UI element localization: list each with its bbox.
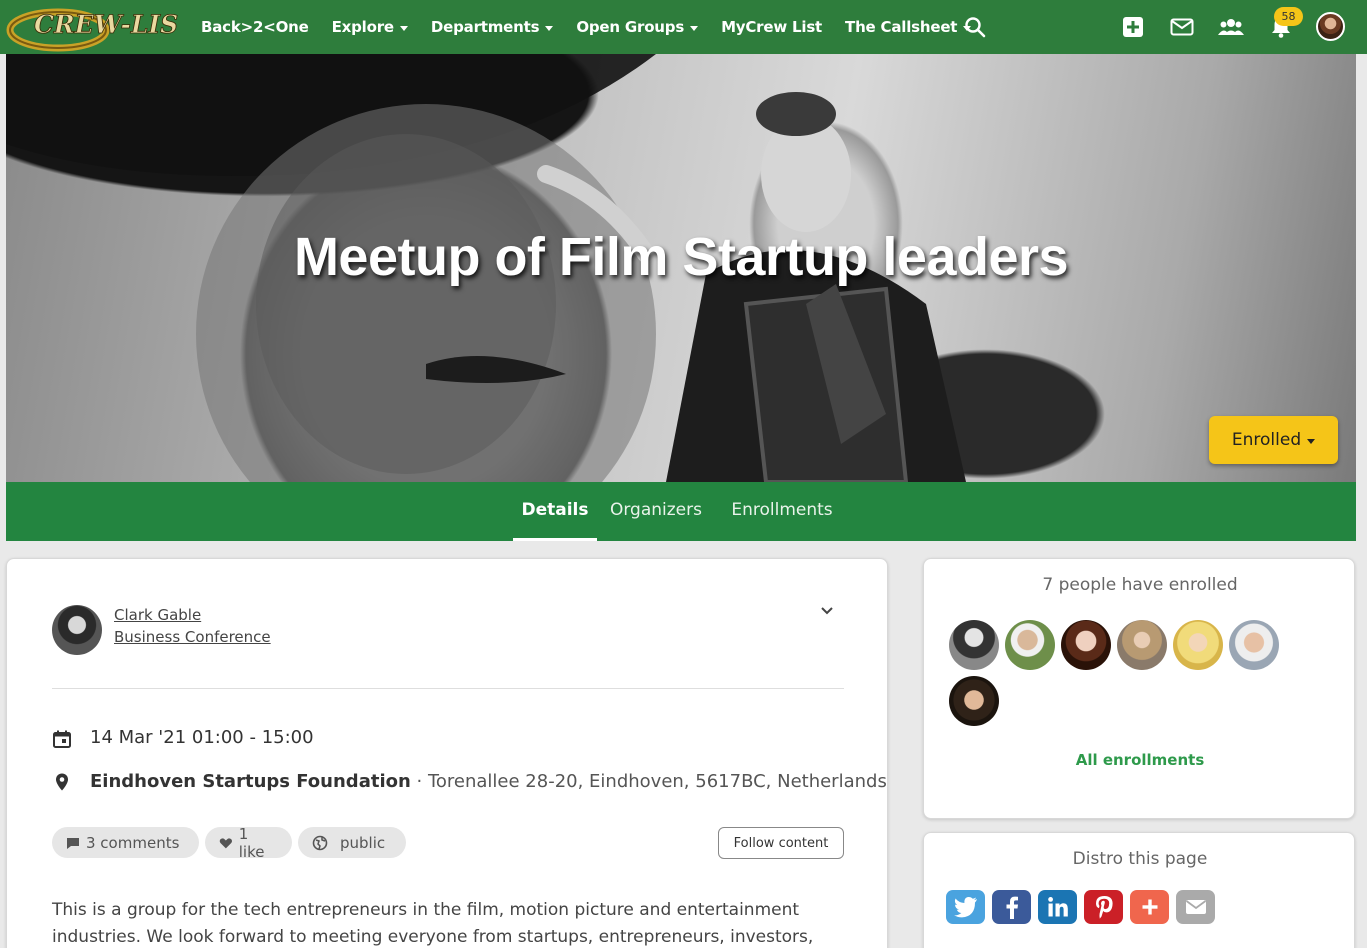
caret-down-icon xyxy=(690,25,699,31)
calendar-icon xyxy=(53,730,71,748)
likes-pill[interactable]: 1 like xyxy=(205,824,292,861)
nav-item-label: Explore xyxy=(331,18,394,36)
tab-organizers[interactable]: Organizers xyxy=(604,482,708,541)
event-details-card: Clark Gable Business Conference 14 Mar '… xyxy=(6,558,888,948)
heart-icon xyxy=(219,837,232,848)
nav-item-label: Departments xyxy=(430,18,540,36)
share-card: Distro this page xyxy=(923,832,1355,948)
enrollee-avatar[interactable] xyxy=(1173,620,1223,670)
visibility-label: public xyxy=(340,833,386,852)
visibility-pill: public xyxy=(298,827,406,858)
pinterest-share-button[interactable] xyxy=(1084,890,1123,924)
enrolled-dropdown-button[interactable]: Enrolled xyxy=(1209,416,1338,464)
enrollee-avatar[interactable] xyxy=(1117,620,1167,670)
nav-item-label: Open Groups xyxy=(576,18,685,36)
hero-banner-image: Meetup of Film Startup leaders Enrolled xyxy=(6,54,1356,482)
enrollee-avatar[interactable] xyxy=(1005,620,1055,670)
user-avatar[interactable] xyxy=(1316,12,1345,41)
notification-count-badge: 58 xyxy=(1274,7,1303,26)
nav-item-mycrew-list[interactable]: MyCrew List xyxy=(721,18,822,36)
event-title: Meetup of Film Startup leaders xyxy=(293,227,1069,287)
facebook-icon xyxy=(1006,896,1018,919)
comments-count: 3 comments xyxy=(86,833,180,852)
linkedin-share-button[interactable] xyxy=(1038,890,1077,924)
location-pin-icon xyxy=(56,773,68,791)
email-icon xyxy=(1185,900,1206,914)
enrolled-label: Enrolled xyxy=(1231,430,1302,450)
author-avatar[interactable] xyxy=(52,605,102,655)
chevron-down-icon[interactable] xyxy=(819,603,835,619)
people-icon[interactable] xyxy=(1218,14,1244,40)
author-name-link[interactable]: Clark Gable xyxy=(114,606,201,624)
linkedin-icon xyxy=(1047,897,1068,917)
caret-down-icon xyxy=(1307,438,1316,444)
location-name: Eindhoven Startups Foundation xyxy=(90,771,411,792)
group-name-link[interactable]: Business Conference xyxy=(114,628,271,646)
event-tab-bar: Details Organizers Enrollments xyxy=(6,482,1356,541)
enrolled-count-title: 7 people have enrolled xyxy=(1042,575,1238,595)
caret-down-icon xyxy=(545,25,554,31)
tab-details[interactable]: Details xyxy=(513,482,597,541)
top-navbar: CREW-LIST Back>2<One Explore Departments… xyxy=(0,0,1367,54)
logo-text: CREW-LIST xyxy=(34,10,178,39)
event-date: 14 Mar '21 01:00 - 15:00 xyxy=(90,727,314,748)
enrollee-avatar[interactable] xyxy=(949,676,999,726)
event-description: This is a group for the tech entrepreneu… xyxy=(52,900,814,947)
follow-content-button[interactable]: Follow content xyxy=(718,827,844,859)
main-menu: Back>2<One Explore Departments Open Grou… xyxy=(201,0,994,54)
crew-list-logo[interactable]: CREW-LIST xyxy=(6,0,178,52)
nav-item-departments[interactable]: Departments xyxy=(430,18,554,36)
plus-icon xyxy=(1142,899,1157,915)
nav-item-explore[interactable]: Explore xyxy=(332,18,408,36)
nav-item-label: Back>2<One xyxy=(201,18,309,36)
enrollee-avatar[interactable] xyxy=(949,620,999,670)
email-share-button[interactable] xyxy=(1176,890,1215,924)
more-share-button[interactable] xyxy=(1130,890,1169,924)
facebook-share-button[interactable] xyxy=(992,890,1031,924)
share-title: Distro this page xyxy=(1072,849,1208,869)
twitter-icon xyxy=(953,897,977,918)
globe-icon xyxy=(312,835,328,850)
nav-item-label: The Callsheet xyxy=(845,18,958,36)
nav-item-open-groups[interactable]: Open Groups xyxy=(576,18,699,36)
twitter-share-button[interactable] xyxy=(946,890,985,924)
enrollee-avatar[interactable] xyxy=(1229,620,1279,670)
mail-icon[interactable] xyxy=(1169,14,1195,40)
enrollments-card: 7 people have enrolled All enrollments xyxy=(923,558,1355,819)
add-icon[interactable] xyxy=(1120,14,1146,40)
likes-count: 1 like xyxy=(238,824,265,861)
enrollee-avatar[interactable] xyxy=(1061,620,1111,670)
tab-enrollments[interactable]: Enrollments xyxy=(724,482,840,541)
nav-item-label: MyCrew List xyxy=(721,18,823,36)
comment-icon xyxy=(67,837,79,849)
nav-item-back2one[interactable]: Back>2<One xyxy=(201,18,309,36)
divider xyxy=(52,688,844,689)
pinterest-icon xyxy=(1095,896,1113,919)
search-icon[interactable] xyxy=(963,15,987,39)
comments-pill[interactable]: 3 comments xyxy=(52,827,199,858)
caret-down-icon xyxy=(399,25,408,31)
all-enrollments-link[interactable]: All enrollments xyxy=(924,751,1356,769)
location-address: · Torenallee 28-20, Eindhoven, 5617BC, N… xyxy=(410,771,887,792)
nav-item-callsheet[interactable]: The Callsheet xyxy=(845,18,972,36)
event-location: Eindhoven Startups Foundation · Torenall… xyxy=(90,771,887,792)
